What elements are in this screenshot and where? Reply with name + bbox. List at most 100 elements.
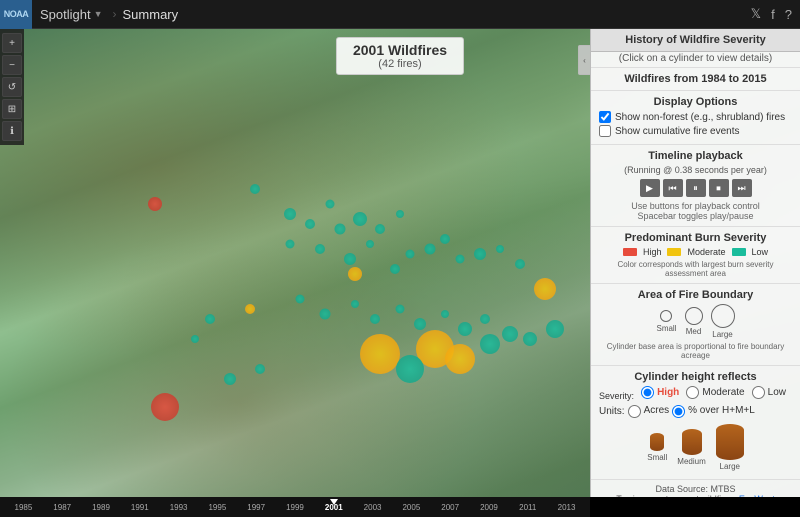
fire-marker[interactable] <box>474 248 486 260</box>
burn-severity-title: Predominant Burn Severity <box>599 232 792 244</box>
pause-button[interactable]: ⏸ <box>686 179 706 197</box>
panel-collapse-button[interactable]: ‹ <box>578 45 590 75</box>
timeline-year[interactable]: 2001 <box>314 503 353 512</box>
fire-marker[interactable] <box>366 240 374 248</box>
fire-marker[interactable] <box>205 314 215 324</box>
timeline-year[interactable]: 1995 <box>198 503 237 512</box>
show-nonforest-checkbox[interactable] <box>599 111 611 123</box>
timeline-year[interactable]: 1987 <box>43 503 82 512</box>
panel-click-hint: (Click on a cylinder to view details) <box>591 52 800 68</box>
percent-radio[interactable] <box>672 405 685 418</box>
timeline-year[interactable]: 2007 <box>431 503 470 512</box>
zoom-in-button[interactable]: + <box>2 33 22 53</box>
timeline-year[interactable]: 2011 <box>508 503 547 512</box>
fire-marker[interactable] <box>534 278 556 300</box>
fire-marker[interactable] <box>151 393 179 421</box>
timeline-year[interactable]: 2005 <box>392 503 431 512</box>
timeline-year[interactable]: 1989 <box>82 503 121 512</box>
fire-marker[interactable] <box>480 314 490 324</box>
fire-marker[interactable] <box>335 224 346 235</box>
fire-marker[interactable] <box>360 334 400 374</box>
fire-marker[interactable] <box>502 326 518 342</box>
fire-marker[interactable] <box>353 212 367 226</box>
datasource-name: MTBS <box>711 484 736 494</box>
timeline-playback-title: Timeline playback <box>599 150 792 162</box>
fire-marker[interactable] <box>348 267 362 281</box>
fire-marker[interactable] <box>284 208 296 220</box>
fire-marker[interactable] <box>445 344 475 374</box>
stop-button[interactable]: ⏹ <box>709 179 729 197</box>
show-cumulative-checkbox[interactable] <box>599 125 611 137</box>
ecowest-link[interactable]: EcoWest <box>739 494 775 497</box>
timeline-year[interactable]: 2009 <box>470 503 509 512</box>
fire-marker[interactable] <box>480 334 500 354</box>
show-cumulative-checkbox-row[interactable]: Show cumulative fire events <box>599 125 792 137</box>
fire-marker[interactable] <box>523 332 537 346</box>
fire-marker[interactable] <box>440 234 450 244</box>
fire-marker[interactable] <box>326 200 335 209</box>
fire-marker[interactable] <box>425 244 436 255</box>
fire-marker[interactable] <box>191 335 199 343</box>
fire-marker[interactable] <box>224 373 236 385</box>
refresh-button[interactable]: ↺ <box>2 77 22 97</box>
fire-marker[interactable] <box>315 244 325 254</box>
help-icon[interactable]: ? <box>785 7 792 22</box>
fire-marker[interactable] <box>458 322 472 336</box>
fire-marker[interactable] <box>390 264 400 274</box>
low-severity-box <box>732 248 746 256</box>
fire-marker[interactable] <box>250 184 260 194</box>
fire-marker[interactable] <box>296 295 305 304</box>
timeline-year[interactable]: 1991 <box>120 503 159 512</box>
timeline-year[interactable]: 1997 <box>237 503 276 512</box>
skip-back-button[interactable]: ⏮ <box>663 179 683 197</box>
fire-marker[interactable] <box>546 320 564 338</box>
play-button[interactable]: ▶ <box>640 179 660 197</box>
fire-marker[interactable] <box>305 219 315 229</box>
layers-button[interactable]: ⊞ <box>2 99 22 119</box>
fire-marker[interactable] <box>255 364 265 374</box>
fire-marker[interactable] <box>148 197 162 211</box>
fire-marker[interactable] <box>515 259 525 269</box>
moderate-radio-row[interactable]: Moderate <box>686 386 744 399</box>
info-button[interactable]: ℹ <box>2 121 22 141</box>
timeline-year[interactable]: 1985 <box>4 503 43 512</box>
timeline-year[interactable]: 1999 <box>276 503 315 512</box>
fire-marker[interactable] <box>496 245 504 253</box>
large-cylinder-item: Large <box>716 424 744 471</box>
percent-radio-row[interactable]: % over H+M+L <box>672 405 755 418</box>
small-label: Small <box>656 324 676 333</box>
fire-marker[interactable] <box>396 305 405 314</box>
fire-marker[interactable] <box>414 318 426 330</box>
timeline-year[interactable]: 1993 <box>159 503 198 512</box>
facebook-icon[interactable]: f <box>771 7 775 22</box>
fire-marker[interactable] <box>396 210 404 218</box>
high-radio[interactable] <box>641 386 654 399</box>
low-radio-row[interactable]: Low <box>752 386 786 399</box>
fire-marker[interactable] <box>245 304 255 314</box>
fire-marker[interactable] <box>351 300 359 308</box>
spotlight-button[interactable]: Spotlight ▼ <box>32 0 111 28</box>
skip-forward-button[interactable]: ⏭ <box>732 179 752 197</box>
acres-radio[interactable] <box>628 405 641 418</box>
fire-marker[interactable] <box>344 253 356 265</box>
fire-marker[interactable] <box>396 355 424 383</box>
zoom-out-button[interactable]: − <box>2 55 22 75</box>
moderate-radio-label: Moderate <box>702 387 744 398</box>
show-nonforest-checkbox-row[interactable]: Show non-forest (e.g., shrubland) fires <box>599 111 792 123</box>
fire-boundary-section: Area of Fire Boundary Small Med Large Cy… <box>591 284 800 366</box>
high-radio-row[interactable]: High <box>641 386 679 399</box>
fire-marker[interactable] <box>375 224 385 234</box>
fire-marker[interactable] <box>456 255 465 264</box>
fire-marker[interactable] <box>441 310 449 318</box>
fire-marker[interactable] <box>286 240 295 249</box>
fire-marker[interactable] <box>320 309 331 320</box>
timeline-year[interactable]: 2003 <box>353 503 392 512</box>
burn-severity-legend: High Moderate Low <box>599 247 792 257</box>
low-radio[interactable] <box>752 386 765 399</box>
twitter-icon[interactable]: 𝕏 <box>751 6 761 22</box>
moderate-radio[interactable] <box>686 386 699 399</box>
acres-radio-row[interactable]: Acres <box>628 405 670 418</box>
fire-marker[interactable] <box>406 250 415 259</box>
timeline-year[interactable]: 2013 <box>547 503 586 512</box>
fire-marker[interactable] <box>370 314 380 324</box>
